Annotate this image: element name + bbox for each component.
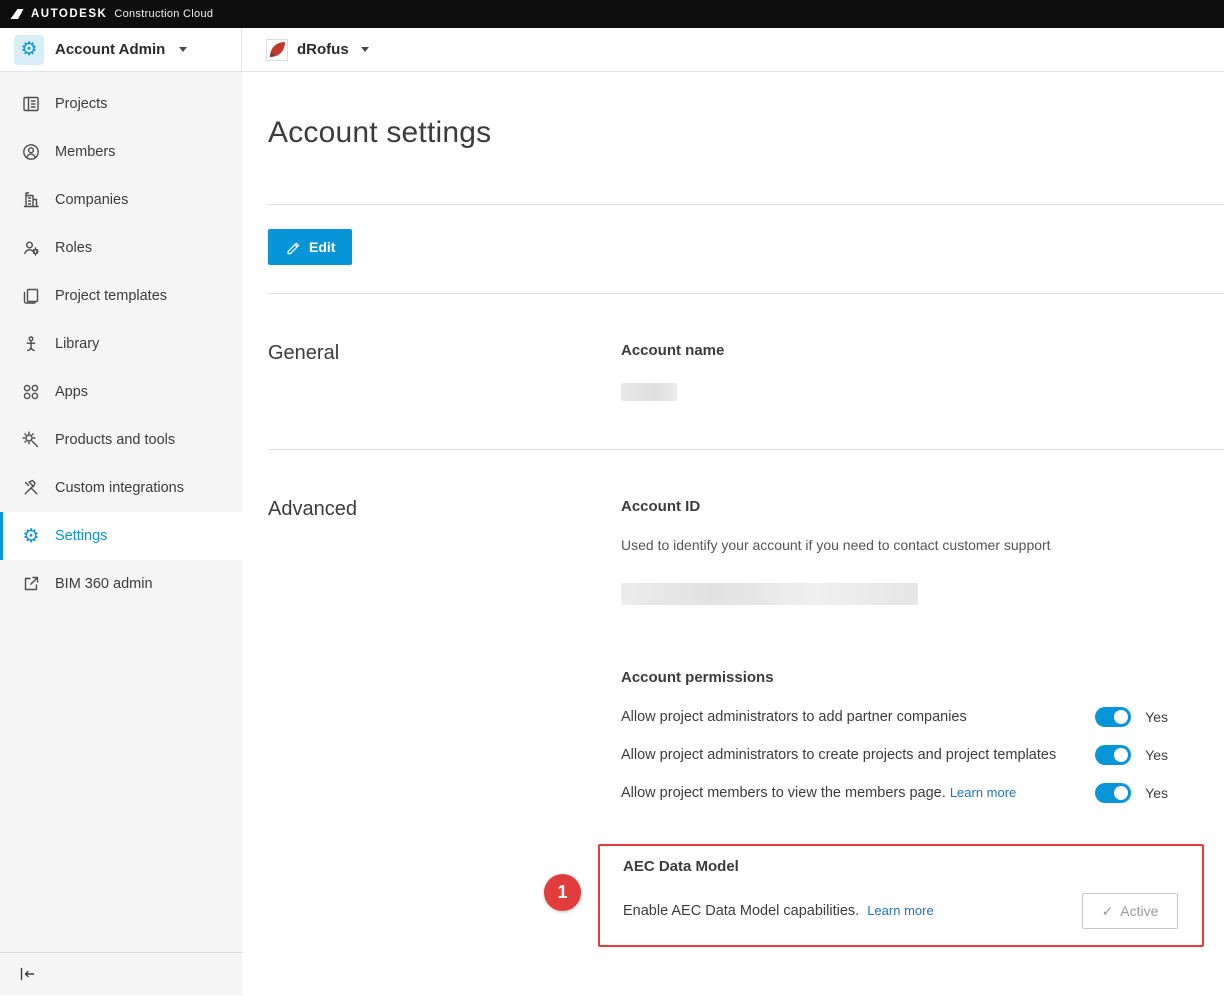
account-switcher[interactable]: dRofus — [242, 28, 393, 71]
toggle-value: Yes — [1145, 785, 1168, 801]
sidebar-item-custom-integrations[interactable]: Custom integrations — [0, 464, 242, 512]
account-id-help-text: Used to identify your account if you nee… — [621, 537, 1204, 553]
sidebar-item-label: Apps — [55, 384, 88, 400]
sidebar-item-bim360-admin[interactable]: BIM 360 admin — [0, 560, 242, 608]
products-tools-icon — [21, 430, 41, 450]
sidebar-item-label: Products and tools — [55, 432, 175, 448]
sidebar-item-label: BIM 360 admin — [55, 576, 153, 592]
apps-icon — [21, 382, 41, 402]
collapse-sidebar-icon — [17, 964, 37, 984]
learn-more-link[interactable]: Learn more — [950, 785, 1016, 800]
permission-row: Allow project administrators to add part… — [621, 706, 1204, 728]
module-label: Account Admin — [55, 41, 165, 58]
account-name-value-redacted — [621, 383, 677, 401]
main-content: Account settings Edit General Account na… — [242, 72, 1224, 995]
sidebar-item-products-and-tools[interactable]: Products and tools — [0, 416, 242, 464]
sidebar-item-label: Library — [55, 336, 99, 352]
chevron-down-icon — [361, 47, 369, 52]
sidebar-footer — [0, 952, 242, 995]
permission-row: Allow project administrators to create p… — [621, 744, 1204, 766]
account-permissions-heading: Account permissions — [621, 669, 1204, 686]
sidebar-item-settings[interactable]: ⚙ Settings — [0, 512, 242, 560]
permission-row: Allow project members to view the member… — [621, 782, 1204, 804]
pencil-icon — [285, 239, 301, 255]
toggle-knob — [1114, 710, 1128, 724]
toggle-add-partner-companies[interactable] — [1095, 707, 1131, 727]
sidebar-item-apps[interactable]: Apps — [0, 368, 242, 416]
autodesk-logo-icon — [10, 8, 24, 20]
sidebar-item-label: Project templates — [55, 288, 167, 304]
toggle-view-members-page[interactable] — [1095, 783, 1131, 803]
library-icon — [21, 334, 41, 354]
divider — [268, 204, 1224, 205]
sidebar-item-members[interactable]: Members — [0, 128, 242, 176]
product-name: Construction Cloud — [114, 8, 213, 20]
module-switcher[interactable]: ⚙ Account Admin — [0, 28, 242, 71]
members-icon — [21, 142, 41, 162]
sidebar-item-label: Custom integrations — [55, 480, 184, 496]
collapse-sidebar-button[interactable] — [0, 953, 242, 995]
aec-active-button-label: Active — [1120, 903, 1158, 919]
chevron-down-icon — [179, 47, 187, 52]
sidebar-item-label: Roles — [55, 240, 92, 256]
sidebar-item-label: Settings — [55, 528, 107, 544]
sidebar-item-library[interactable]: Library — [0, 320, 242, 368]
annotation-highlight-box: 1 AEC Data Model Enable AEC Data Model c… — [598, 844, 1204, 947]
brand-name: AUTODESK — [31, 8, 107, 20]
sidebar-item-companies[interactable]: Companies — [0, 176, 242, 224]
general-section: General Account name — [268, 294, 1224, 449]
permission-label-text: Allow project members to view the member… — [621, 785, 946, 801]
top-brand-bar: AUTODESK Construction Cloud — [0, 0, 1224, 28]
edit-button[interactable]: Edit — [268, 229, 352, 265]
account-admin-gear-icon: ⚙ — [14, 35, 44, 65]
custom-integrations-icon — [21, 478, 41, 498]
drofus-logo-icon — [266, 39, 288, 61]
aec-active-button[interactable]: ✓ Active — [1082, 893, 1178, 929]
account-id-label: Account ID — [621, 498, 1204, 515]
permission-label: Allow project members to view the member… — [621, 782, 1081, 804]
sidebar-item-label: Members — [55, 144, 115, 160]
sidebar-item-roles[interactable]: Roles — [0, 224, 242, 272]
roles-icon — [21, 238, 41, 258]
toggle-knob — [1114, 786, 1128, 800]
project-templates-icon — [21, 286, 41, 306]
advanced-section: Advanced Account ID Used to identify you… — [268, 450, 1224, 947]
toggle-knob — [1114, 748, 1128, 762]
settings-icon: ⚙ — [21, 526, 41, 546]
general-heading: General — [268, 342, 621, 401]
sidebar-item-project-templates[interactable]: Project templates — [0, 272, 242, 320]
check-icon: ✓ — [1102, 903, 1114, 920]
account-id-value-redacted — [621, 583, 918, 605]
aec-description-text: Enable AEC Data Model capabilities. — [623, 903, 859, 919]
companies-icon — [21, 190, 41, 210]
page-title: Account settings — [268, 116, 1224, 150]
account-name-label: Account name — [621, 342, 1204, 359]
toggle-value: Yes — [1145, 747, 1168, 763]
edit-button-label: Edit — [309, 239, 335, 255]
app-header: ⚙ Account Admin dRofus — [0, 28, 1224, 72]
learn-more-link[interactable]: Learn more — [867, 903, 933, 918]
account-label: dRofus — [297, 41, 349, 58]
sidebar-item-label: Companies — [55, 192, 128, 208]
external-link-icon — [21, 574, 41, 594]
toggle-value: Yes — [1145, 709, 1168, 725]
toggle-create-projects-templates[interactable] — [1095, 745, 1131, 765]
aec-data-model-heading: AEC Data Model — [623, 858, 1178, 875]
permission-label: Allow project administrators to create p… — [621, 744, 1081, 766]
sidebar: Projects Members Companies Roles Project… — [0, 72, 242, 995]
annotation-step-badge: 1 — [544, 874, 581, 911]
sidebar-item-projects[interactable]: Projects — [0, 80, 242, 128]
sidebar-item-label: Projects — [55, 96, 107, 112]
projects-icon — [21, 94, 41, 114]
aec-description: Enable AEC Data Model capabilities. Lear… — [623, 903, 934, 919]
permission-label: Allow project administrators to add part… — [621, 706, 1081, 728]
